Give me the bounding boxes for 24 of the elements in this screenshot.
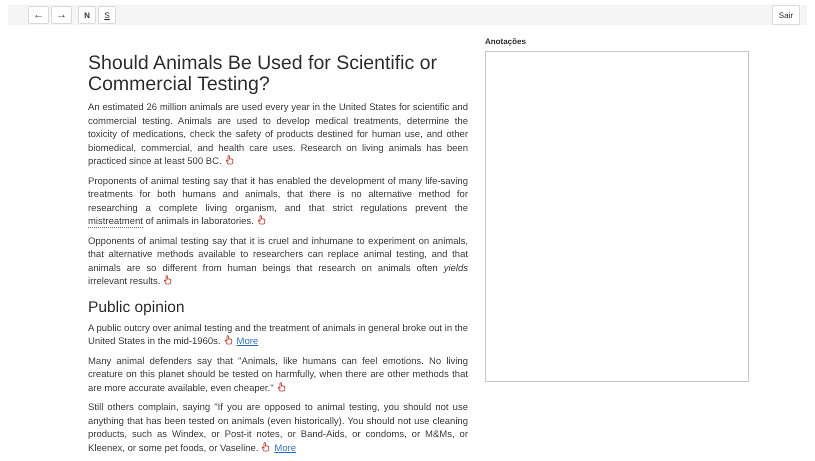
toolbar-button[interactable]: → [51,6,72,24]
notes-label: Anotações [485,37,527,46]
exit-button[interactable]: Sair [772,5,800,25]
more-link[interactable]: More [236,336,258,347]
toolbar-button[interactable]: ← [28,6,49,24]
paragraph: Many animal defenders say that "Animals, like humans can feel emotions. No living creature on this planet should be tested on harmfully, when there are other methods that are more accurate available, even cheaper." [88,354,468,395]
article-title: Should Animals Be Used for Scientific or Commercial Testing? [88,53,438,95]
toolbar-button[interactable]: N [78,6,96,24]
toolbar-button[interactable]: S [98,6,116,24]
paragraph: Proponents of animal testing say that it has enabled the development of many life-saving treatments for both humans and animals, that there is no alternative method for researching a complete living organism, and that strict regulations prevent the mistreatment of animals in laboratories. [88,174,468,228]
hand-icon[interactable] [256,215,266,225]
paragraph: An estimated 26 million animals are used every year in the United States for scientific and commercial testing. Animals are used to develop medical treatments, determine the toxicity of medications, check the safety of products destined for human use, and other biomedical, commercial, and health care uses. Research on living animals has been practiced since at least 500 BC. [88,101,468,168]
hand-icon[interactable] [163,275,172,285]
paragraph: Still others complain, saying "If you are opposed to animal testing, you should not use anything that has been tested on animals (even historically). You should not use cleaning products, such as Windex, or Post-it notes, or Band-Aids, or condoms, or M&Ms, or Kleenex, or some pet foods, or Vaseline. More [88,401,468,455]
hand-icon[interactable] [276,382,286,392]
hand-icon[interactable] [261,442,270,452]
paragraph: A public outcry over animal testing and the treatment of animals in general broke out in the United States in the mid-1960s. More [88,322,468,348]
section-heading: Public opinion [88,298,186,316]
hand-icon[interactable] [224,155,234,165]
term-link[interactable]: mistreatment [88,216,143,228]
hand-icon[interactable] [224,335,233,345]
paragraph: Opponents of animal testing say that it is cruel and inhumane to experiment on animals, that alternative methods available to researchers can replace animal testing, and that animals are so different from human beings that research on animals often yields irrelevant results. [88,234,468,288]
more-link[interactable]: More [274,442,296,454]
notes-field[interactable] [485,51,749,382]
